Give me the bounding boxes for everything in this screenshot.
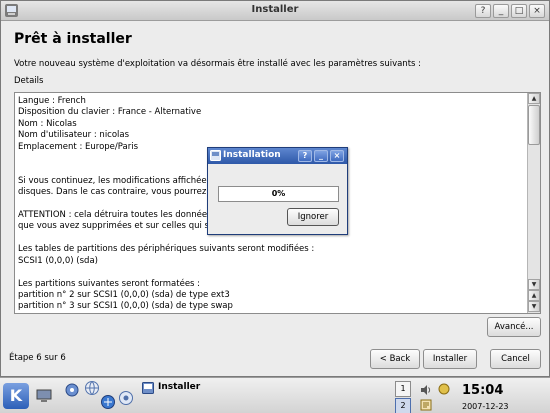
close-button[interactable]: × [529,4,545,18]
installer-window: Installer ? _ □ × Prêt à installer Votre… [0,0,550,377]
volume-icon[interactable] [420,384,432,396]
system-settings-icon[interactable] [64,382,80,398]
task-label: Installer [158,382,201,392]
dialog-help-button[interactable]: ? [298,150,312,162]
klipper-icon[interactable] [420,399,432,411]
intro-text: Votre nouveau système d'exploitation va … [14,59,422,69]
scroll-down-icon[interactable]: ▼ [528,279,540,290]
advanced-button[interactable]: Avancé... [487,317,541,337]
help-globe-icon[interactable] [84,380,100,396]
ignore-button[interactable]: Ignorer [287,208,339,226]
scroll-up-icon[interactable]: ▲ [528,93,540,104]
install-button[interactable]: Installer [423,349,477,369]
browser-icon[interactable] [118,390,134,406]
installation-progress-bar: 0% [218,186,339,202]
dialog-app-icon [210,150,221,161]
installer-task-icon [142,382,154,394]
details-label: Details [14,76,44,86]
scroll-up-icon-secondary[interactable]: ▲ [528,290,540,301]
clock-date: 2007-12-23 [462,402,509,411]
vertical-scrollbar[interactable]: ▲ ▼ ▲ ▼ [527,93,540,313]
dialog-close-button[interactable]: × [330,150,344,162]
progress-label: 0% [271,189,286,198]
back-button[interactable]: < Back [370,349,420,369]
k-menu-icon[interactable]: K [3,383,29,409]
window-titlebar[interactable]: Installer ? _ □ × [1,1,549,21]
minimize-button[interactable]: _ [493,4,509,18]
taskbar: K Installer 1 2 15:04 2007-12-23 [0,377,550,413]
dialog-titlebar[interactable]: Installation ? _ × [208,148,347,164]
taskbar-task-installer[interactable]: Installer [140,381,390,397]
konqueror-icon[interactable] [100,394,116,410]
installation-progress-dialog: Installation ? _ × 0% Ignorer [207,147,348,235]
desktop-1-button[interactable]: 1 [395,381,411,397]
dialog-title: Installation [223,150,281,160]
desktop-2-button[interactable]: 2 [395,398,411,413]
help-button[interactable]: ? [475,4,491,18]
system-tray-icon[interactable] [438,383,450,395]
cancel-button[interactable]: Cancel [490,349,541,369]
maximize-button[interactable]: □ [511,4,527,18]
clock-time[interactable]: 15:04 [462,383,503,398]
step-indicator: Étape 6 sur 6 [9,353,66,363]
scroll-down-icon-secondary[interactable]: ▼ [528,301,540,312]
page-title: Prêt à installer [14,31,132,47]
dialog-minimize-button[interactable]: _ [314,150,328,162]
computer-icon[interactable] [36,388,52,404]
scrollbar-thumb[interactable] [528,105,540,145]
window-title: Installer [251,4,299,15]
